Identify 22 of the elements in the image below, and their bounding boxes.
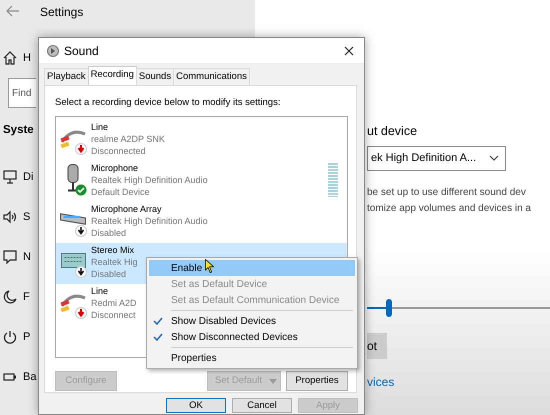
- section-heading: ut device: [367, 123, 418, 140]
- device-name: Line: [91, 285, 110, 298]
- device-status: Default Device: [91, 186, 151, 198]
- device-driver: Realtek High Definition Audio: [91, 215, 208, 228]
- device-name: Microphone: [91, 162, 140, 174]
- window-title: Settings: [40, 5, 84, 19]
- dialog-title: Sound: [64, 42, 99, 60]
- device-driver: realme A2DP SNK: [91, 133, 165, 146]
- description-text: be set up to use different sound dev: [367, 186, 527, 200]
- device-driver: Realtek Hig: [91, 256, 138, 268]
- instruction-text: Select a recording device below to modify its settings:: [55, 96, 282, 110]
- description-text: tomize app volumes and devices in a: [367, 202, 532, 216]
- device-status: Disconnected: [91, 145, 147, 158]
- device-status: Disconnect: [91, 309, 137, 322]
- section-heading: Syste: [3, 123, 34, 138]
- device-name: Line: [91, 121, 110, 134]
- device-name: Stereo Mix: [91, 244, 136, 256]
- device-driver: Realtek High Definition Audio: [91, 174, 208, 186]
- device-status: Disabled: [91, 268, 128, 280]
- device-name: Microphone Array: [91, 203, 163, 216]
- device-status: Disabled: [91, 227, 128, 240]
- device-driver: Redmi A2D: [91, 297, 137, 310]
